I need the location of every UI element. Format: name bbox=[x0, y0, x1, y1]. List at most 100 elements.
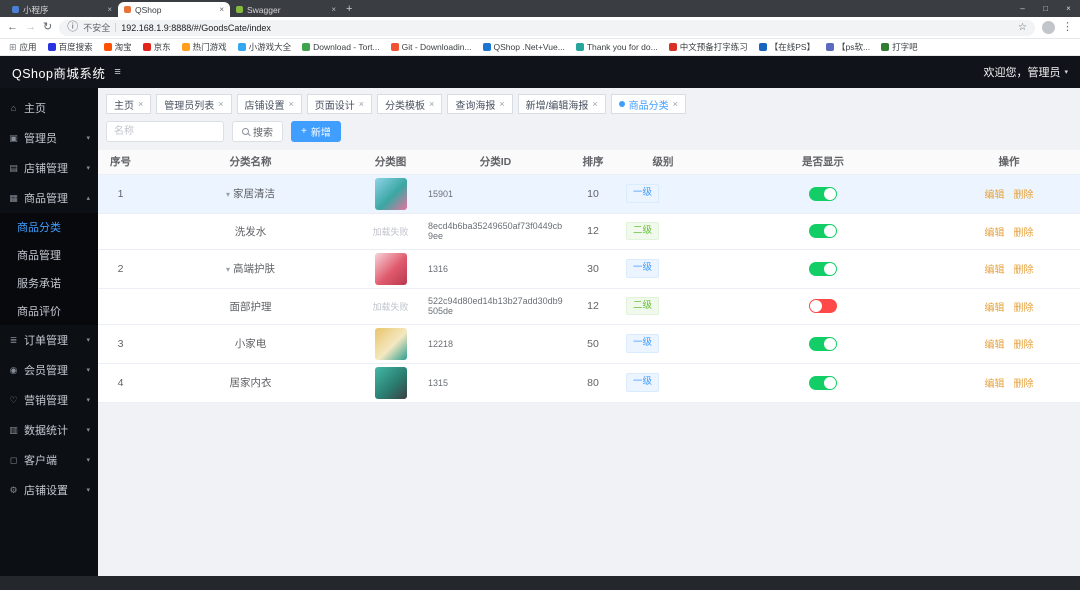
delete-link[interactable]: 删除 bbox=[1014, 228, 1034, 239]
sidebar-item[interactable]: ▤ 店铺管理 ▾ bbox=[0, 153, 98, 183]
bookmark-item[interactable]: 打字吧 bbox=[881, 41, 918, 53]
edit-link[interactable]: 编辑 bbox=[985, 379, 1005, 390]
bookmark-item[interactable]: Git - Downloadin... bbox=[390, 42, 472, 52]
sidebar-item[interactable]: ◉ 会员管理 ▾ bbox=[0, 355, 98, 385]
category-name: 家居清洁 bbox=[233, 188, 275, 200]
expand-icon[interactable]: ▾ bbox=[226, 265, 230, 274]
app-header: QShop商城系统 ≡ 欢迎您，管理员 ▾ bbox=[0, 56, 1080, 88]
sidebar-item[interactable]: ⌂ 主页 bbox=[0, 93, 98, 123]
bookmark-item[interactable]: QShop .Net+Vue... bbox=[482, 42, 565, 52]
visibility-toggle[interactable] bbox=[809, 224, 837, 238]
sidebar-subitem[interactable]: 商品分类 bbox=[0, 213, 98, 241]
visibility-cell bbox=[708, 213, 938, 250]
page-tab-close-icon[interactable]: × bbox=[429, 99, 434, 109]
page-tab[interactable]: 查询海报 × bbox=[447, 94, 513, 114]
chevron-icon: ▾ bbox=[86, 367, 90, 374]
page-tab[interactable]: 页面设计 × bbox=[306, 94, 373, 114]
sidebar-subitem[interactable]: 商品评价 bbox=[0, 297, 98, 325]
page-tab[interactable]: 商品分类 × bbox=[610, 94, 686, 114]
reload-icon[interactable]: ↻ bbox=[43, 22, 52, 33]
sidebar-item[interactable]: ⚙ 店铺设置 ▾ bbox=[0, 475, 98, 505]
page-tab-close-icon[interactable]: × bbox=[138, 99, 143, 109]
page-tab-close-icon[interactable]: × bbox=[592, 99, 597, 109]
bookmark-item[interactable]: 小游戏大全 bbox=[237, 41, 291, 53]
bookmark-item[interactable]: 中文预备打字练习 bbox=[668, 41, 748, 53]
edit-link[interactable]: 编辑 bbox=[985, 228, 1005, 239]
delete-link[interactable]: 删除 bbox=[1014, 265, 1034, 276]
visibility-toggle[interactable] bbox=[809, 186, 837, 201]
bookmark-item[interactable]: ⊞ 应用 bbox=[9, 41, 37, 53]
profile-avatar[interactable] bbox=[1042, 21, 1055, 34]
forward-icon[interactable]: → bbox=[25, 22, 36, 33]
visibility-toggle[interactable] bbox=[809, 261, 837, 276]
page-tab-close-icon[interactable]: × bbox=[289, 99, 294, 109]
tab-close-icon[interactable]: × bbox=[331, 5, 336, 14]
page-tab-label: 管理员列表 bbox=[164, 100, 215, 112]
toggle-knob bbox=[824, 262, 836, 275]
maximize-button[interactable]: □ bbox=[1034, 0, 1057, 17]
delete-link[interactable]: 删除 bbox=[1014, 303, 1034, 314]
bookmark-item[interactable]: Thank you for do... bbox=[575, 42, 658, 52]
info-icon[interactable]: ⓘ bbox=[67, 22, 78, 33]
visibility-toggle[interactable] bbox=[809, 375, 837, 390]
page-tab[interactable]: 店铺设置 × bbox=[236, 94, 302, 114]
sidebar-subitem-label: 商品评价 bbox=[17, 306, 61, 318]
bookmark-favicon-icon bbox=[103, 43, 112, 51]
bookmark-item[interactable]: 百度搜索 bbox=[47, 41, 93, 53]
search-input[interactable] bbox=[106, 121, 224, 142]
sidebar-subitem[interactable]: 商品管理 bbox=[0, 241, 98, 269]
visibility-toggle[interactable] bbox=[809, 299, 837, 313]
sidebar-item[interactable]: ▥ 数据统计 ▾ bbox=[0, 415, 98, 445]
page-tab-close-icon[interactable]: × bbox=[499, 99, 504, 109]
sidebar-item[interactable]: ▦ 商品管理 ▴ bbox=[0, 183, 98, 213]
page-tab[interactable]: 管理员列表 × bbox=[156, 94, 232, 114]
browser-tab[interactable]: 小程序 × bbox=[6, 2, 118, 17]
sidebar-item[interactable]: ▣ 管理员 ▾ bbox=[0, 123, 98, 153]
browser-tab[interactable]: QShop × bbox=[118, 2, 230, 17]
bookmark-item[interactable]: 淘宝 bbox=[103, 41, 132, 53]
expand-icon[interactable]: ▾ bbox=[226, 190, 230, 199]
search-button[interactable]: 搜索 bbox=[232, 121, 283, 142]
page-tab[interactable]: 主页 × bbox=[106, 94, 152, 114]
footer bbox=[0, 576, 1080, 590]
delete-link[interactable]: 删除 bbox=[1014, 379, 1034, 390]
welcome-menu[interactable]: 欢迎您，管理员 ▾ bbox=[983, 64, 1068, 80]
menu-dots-icon[interactable]: ⋮ bbox=[1062, 22, 1073, 33]
bookmark-item[interactable]: 京东 bbox=[142, 41, 171, 53]
bookmark-item[interactable]: 热门游戏 bbox=[181, 41, 227, 53]
add-button[interactable]: + 新增 bbox=[291, 121, 341, 142]
bookmark-item[interactable]: 【ps软... bbox=[826, 41, 870, 53]
level-badge: 一级 bbox=[626, 373, 660, 392]
edit-link[interactable]: 编辑 bbox=[985, 265, 1005, 276]
tab-close-icon[interactable]: × bbox=[107, 5, 112, 14]
sidebar-item[interactable]: ≣ 订单管理 ▾ bbox=[0, 325, 98, 355]
window-close-button[interactable]: × bbox=[1057, 0, 1080, 17]
delete-link[interactable]: 删除 bbox=[1014, 190, 1034, 201]
browser-tab[interactable]: Swagger × bbox=[230, 2, 342, 17]
bookmark-favicon-icon bbox=[390, 43, 399, 51]
bookmark-item[interactable]: Download - Tort... bbox=[302, 42, 380, 52]
page-tab[interactable]: 新增/编辑海报 × bbox=[517, 94, 606, 114]
sidebar-item[interactable]: ◻ 客户端 ▾ bbox=[0, 445, 98, 475]
sidebar-subitem[interactable]: 服务承诺 bbox=[0, 269, 98, 297]
edit-link[interactable]: 编辑 bbox=[985, 340, 1005, 351]
bookmark-star-icon[interactable]: ☆ bbox=[1018, 22, 1027, 33]
edit-link[interactable]: 编辑 bbox=[985, 190, 1005, 201]
back-icon[interactable]: ← bbox=[7, 22, 18, 33]
minimize-button[interactable]: – bbox=[1011, 0, 1034, 17]
bookmark-item[interactable]: 【在线PS】 bbox=[758, 41, 815, 53]
page-tab[interactable]: 分类模板 × bbox=[377, 94, 443, 114]
sidebar-item[interactable]: ♡ 营销管理 ▾ bbox=[0, 385, 98, 415]
actions-cell: 编辑 删除 bbox=[938, 213, 1080, 250]
bookmark-favicon-icon bbox=[142, 43, 151, 51]
edit-link[interactable]: 编辑 bbox=[985, 303, 1005, 314]
tab-close-icon[interactable]: × bbox=[219, 5, 224, 14]
address-bar[interactable]: ⓘ 不安全 192.168.1.9:8888/#/GoodsCate/index… bbox=[59, 19, 1035, 36]
page-tab-close-icon[interactable]: × bbox=[673, 99, 678, 109]
page-tab-close-icon[interactable]: × bbox=[218, 99, 223, 109]
delete-link[interactable]: 删除 bbox=[1014, 340, 1034, 351]
sidebar-collapse-icon[interactable]: ≡ bbox=[114, 66, 120, 78]
new-tab-button[interactable]: + bbox=[346, 2, 352, 17]
visibility-toggle[interactable] bbox=[809, 336, 837, 351]
page-tab-close-icon[interactable]: × bbox=[359, 99, 364, 109]
